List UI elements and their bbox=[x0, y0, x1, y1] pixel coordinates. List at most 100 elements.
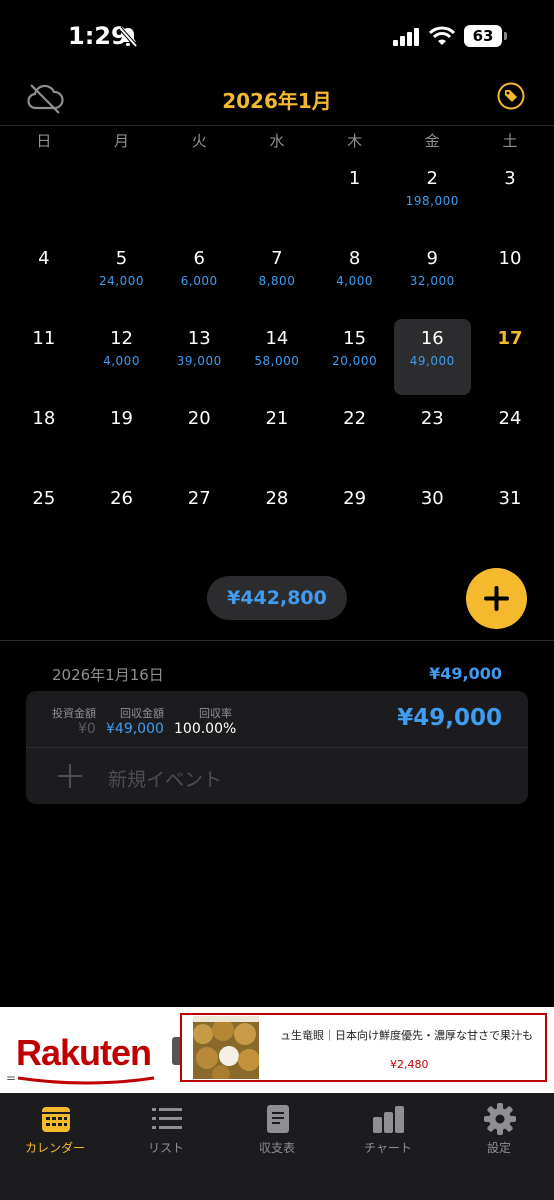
weekday-row: 日 月 火 水 木 金 土 bbox=[5, 130, 549, 158]
day-amount: 39,000 bbox=[176, 354, 222, 368]
calendar-header: 2026年1月 bbox=[0, 76, 554, 124]
cellular-signal-icon bbox=[393, 28, 421, 50]
calendar-day[interactable]: 18 bbox=[5, 398, 83, 478]
tab-ledger[interactable]: 収支表 bbox=[222, 1093, 332, 1173]
day-number: 19 bbox=[110, 408, 133, 429]
return-value: ¥49,000 bbox=[106, 721, 164, 737]
calendar-day[interactable] bbox=[238, 158, 316, 238]
day-number: 6 bbox=[193, 248, 205, 269]
section-divider bbox=[0, 640, 554, 641]
tab-settings[interactable]: 設定 bbox=[444, 1093, 554, 1173]
day-amount: 58,000 bbox=[254, 354, 300, 368]
card-amount: ¥49,000 bbox=[397, 705, 502, 731]
calendar-week: 18 19 20 21 22 23 24 bbox=[5, 398, 549, 478]
add-event-button[interactable] bbox=[466, 568, 527, 629]
day-number: 15 bbox=[343, 328, 367, 349]
calendar-day[interactable]: 2 198,000 bbox=[393, 158, 471, 238]
new-event-button[interactable]: 新規イベント bbox=[108, 765, 222, 792]
calendar-day[interactable]: 8 4,000 bbox=[316, 238, 394, 318]
calendar-day[interactable]: 6 6,000 bbox=[160, 238, 238, 318]
tab-label: リスト bbox=[147, 1141, 184, 1155]
calendar-day[interactable]: 28 bbox=[238, 478, 316, 558]
calendar-day[interactable]: 15 20,000 bbox=[316, 318, 394, 398]
calendar-week: 1 2 198,000 3 bbox=[5, 158, 549, 238]
tag-icon[interactable] bbox=[497, 82, 525, 114]
calendar-day[interactable]: 21 bbox=[238, 398, 316, 478]
calendar-day[interactable]: 3 bbox=[471, 158, 549, 238]
tab-label: チャート bbox=[364, 1141, 412, 1155]
calendar-day[interactable] bbox=[5, 158, 83, 238]
weekday-label: 日 bbox=[36, 132, 52, 150]
document-icon bbox=[262, 1103, 294, 1135]
ad-product-price: ¥2,480 bbox=[390, 1058, 429, 1071]
day-amount: 24,000 bbox=[99, 274, 145, 288]
calendar-day[interactable]: 30 bbox=[393, 478, 471, 558]
day-number: 22 bbox=[343, 408, 367, 429]
day-number: 7 bbox=[271, 248, 283, 269]
calendar-day[interactable]: 25 bbox=[5, 478, 83, 558]
calendar-day[interactable]: 22 bbox=[316, 398, 394, 478]
day-number: 2 bbox=[426, 168, 438, 189]
day-number: 31 bbox=[498, 488, 522, 509]
ad-product-image bbox=[193, 1016, 259, 1079]
tab-list[interactable]: リスト bbox=[111, 1093, 221, 1173]
card-separator bbox=[26, 747, 528, 748]
ad-product-title: ュ生竜眼｜日本向け鮮度優先・濃厚な甘さで果汁も bbox=[280, 1029, 533, 1042]
day-number: 30 bbox=[420, 488, 444, 509]
calendar-day-today[interactable]: 17 bbox=[471, 318, 549, 398]
calendar-day[interactable]: 5 24,000 bbox=[83, 238, 161, 318]
day-number: 21 bbox=[265, 408, 289, 429]
month-title[interactable]: 2026年1月 bbox=[0, 85, 554, 114]
rate-label: 回収率 bbox=[199, 707, 232, 720]
calendar-day[interactable]: 4 bbox=[5, 238, 83, 318]
return-label: 回収金額 bbox=[120, 707, 164, 720]
day-number: 4 bbox=[38, 248, 50, 269]
rate-value: 100.00% bbox=[174, 721, 237, 737]
header-divider bbox=[0, 125, 554, 126]
plus-icon[interactable] bbox=[58, 764, 82, 792]
calendar-week: 25 26 27 28 29 30 31 bbox=[5, 478, 549, 558]
calendar-day[interactable]: 9 32,000 bbox=[393, 238, 471, 318]
day-number: 23 bbox=[420, 408, 444, 429]
day-number: 16 bbox=[420, 328, 444, 349]
calendar-day[interactable]: 29 bbox=[316, 478, 394, 558]
day-number: 5 bbox=[115, 248, 128, 269]
calendar-day[interactable]: 13 39,000 bbox=[160, 318, 238, 398]
calendar-day[interactable]: 10 bbox=[471, 238, 549, 318]
day-number: 25 bbox=[32, 488, 56, 509]
day-amount: 20,000 bbox=[332, 354, 378, 368]
calendar-icon bbox=[40, 1103, 72, 1135]
calendar-day[interactable]: 12 4,000 bbox=[83, 318, 161, 398]
calendar-day[interactable]: 24 bbox=[471, 398, 549, 478]
day-amount: 8,800 bbox=[258, 274, 296, 288]
day-amount: 6,000 bbox=[180, 274, 218, 288]
ad-menu-icon[interactable]: = bbox=[6, 1071, 16, 1085]
month-total-pill[interactable]: ¥442,800 bbox=[207, 576, 347, 620]
day-number: 18 bbox=[32, 408, 56, 429]
calendar-day[interactable]: 31 bbox=[471, 478, 549, 558]
calendar-day[interactable]: 19 bbox=[83, 398, 161, 478]
tab-chart[interactable]: チャート bbox=[333, 1093, 443, 1173]
calendar-day[interactable]: 23 bbox=[393, 398, 471, 478]
weekday-label: 火 bbox=[191, 132, 207, 150]
day-amount: 4,000 bbox=[103, 354, 140, 368]
calendar-day[interactable]: 14 58,000 bbox=[238, 318, 316, 398]
selected-date-label: 2026年1月16日 bbox=[52, 666, 164, 684]
invest-label: 投資金額 bbox=[52, 707, 96, 720]
status-bar: 1:29 63 bbox=[0, 0, 554, 76]
calendar-day[interactable]: 11 bbox=[5, 318, 83, 398]
calendar-day[interactable]: 27 bbox=[160, 478, 238, 558]
day-amount: 198,000 bbox=[405, 194, 459, 208]
calendar-day[interactable]: 20 bbox=[160, 398, 238, 478]
bell-muted-icon bbox=[118, 26, 138, 52]
calendar-day[interactable]: 1 bbox=[316, 158, 394, 238]
battery-indicator: 63 bbox=[464, 25, 502, 47]
calendar-day[interactable] bbox=[160, 158, 238, 238]
calendar-day[interactable] bbox=[83, 158, 161, 238]
tab-calendar[interactable]: カレンダー bbox=[0, 1093, 110, 1173]
calendar-day[interactable]: 26 bbox=[83, 478, 161, 558]
day-number: 26 bbox=[110, 488, 133, 509]
calendar-day[interactable]: 7 8,800 bbox=[238, 238, 316, 318]
day-number: 8 bbox=[348, 248, 361, 269]
calendar-day-selected[interactable]: 16 49,000 bbox=[393, 318, 472, 398]
